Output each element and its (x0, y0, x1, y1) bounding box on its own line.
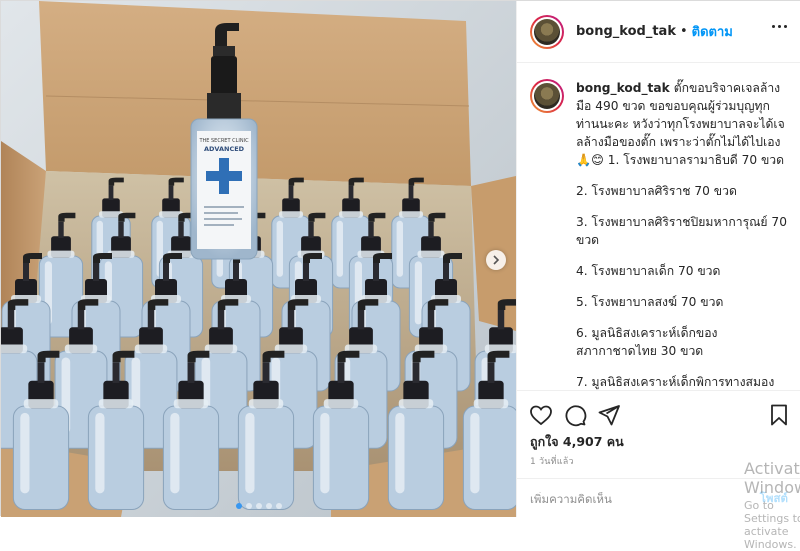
chevron-right-icon (493, 255, 500, 265)
caption-paragraph: 5. โรงพยาบาลสงฆ์ 70 ขวด (576, 295, 724, 309)
comment-bar: โพสต์ (517, 478, 800, 518)
caption-paragraph: 2. โรงพยาบาลศิริราช 70 ขวด (576, 184, 737, 198)
more-icon[interactable] (772, 25, 787, 28)
comment-icon[interactable] (563, 403, 587, 427)
carousel-dot (235, 503, 242, 509)
caption-paragraph: 3. โรงพยาบาลศิริราชปิยมหาการุณย์ 70 ขวด (576, 215, 787, 247)
caption-text: bong_kod_tak ตั๊กขอบริจาคเจลล้างมือ 490 ข… (576, 79, 789, 390)
instagram-post: THE SECRET CLINIC ADVANCED bong_kod_tak … (0, 0, 800, 551)
carousel-next-button[interactable] (486, 250, 506, 270)
share-icon[interactable] (597, 403, 621, 427)
post-header: bong_kod_tak • ติดตาม (517, 1, 800, 63)
carousel-dot (265, 503, 272, 509)
caption-username[interactable]: bong_kod_tak (576, 81, 670, 95)
caption-paragraph: 7. มูลนิธิสงเคราะห์เด็กพิการทางสมองและกล… (576, 375, 775, 389)
comment-input[interactable] (530, 491, 754, 506)
likes-count[interactable]: ถูกใจ 4,907 คน (530, 432, 624, 452)
bookmark-icon[interactable] (767, 403, 791, 427)
heart-icon[interactable] (529, 403, 553, 427)
carousel-dot (255, 503, 262, 509)
avatar[interactable] (530, 14, 564, 49)
caption-area[interactable]: bong_kod_tak ตั๊กขอบริจาคเจลล้างมือ 490 ข… (517, 63, 800, 390)
bottle-label-line2: ADVANCED (204, 145, 245, 153)
header-separator: • (679, 24, 688, 39)
post-comment-button[interactable]: โพสต์ (760, 490, 788, 508)
caption-avatar[interactable] (530, 79, 564, 113)
follow-button[interactable]: ติดตาม (692, 21, 733, 42)
caption-paragraph: 4. โรงพยาบาลเด็ก 70 ขวด (576, 264, 721, 278)
caption-paragraph: 6. มูลนิธิสงเคราะห์เด็กของสภากาชาดไทย 30… (576, 326, 718, 358)
carousel-dot (245, 503, 252, 509)
bottle-label-line1: THE SECRET CLINIC (198, 138, 249, 144)
action-icons (529, 403, 621, 427)
photo-illustration: THE SECRET CLINIC ADVANCED (1, 1, 516, 517)
action-section: ถูกใจ 4,907 คน 1 วันที่แล้ว โพสต์ (517, 390, 800, 517)
post-photo[interactable]: THE SECRET CLINIC ADVANCED (1, 1, 516, 517)
carousel-dots (1, 503, 516, 509)
post-details-panel: bong_kod_tak • ติดตาม bong_kod_tak ตั๊กขอ… (516, 1, 800, 517)
carousel-dot (275, 503, 282, 509)
post-timestamp[interactable]: 1 วันที่แล้ว (530, 454, 574, 468)
caption-paragraph: bong_kod_tak ตั๊กขอบริจาคเจลล้างมือ 490 ข… (576, 79, 789, 169)
header-username[interactable]: bong_kod_tak (576, 24, 676, 39)
